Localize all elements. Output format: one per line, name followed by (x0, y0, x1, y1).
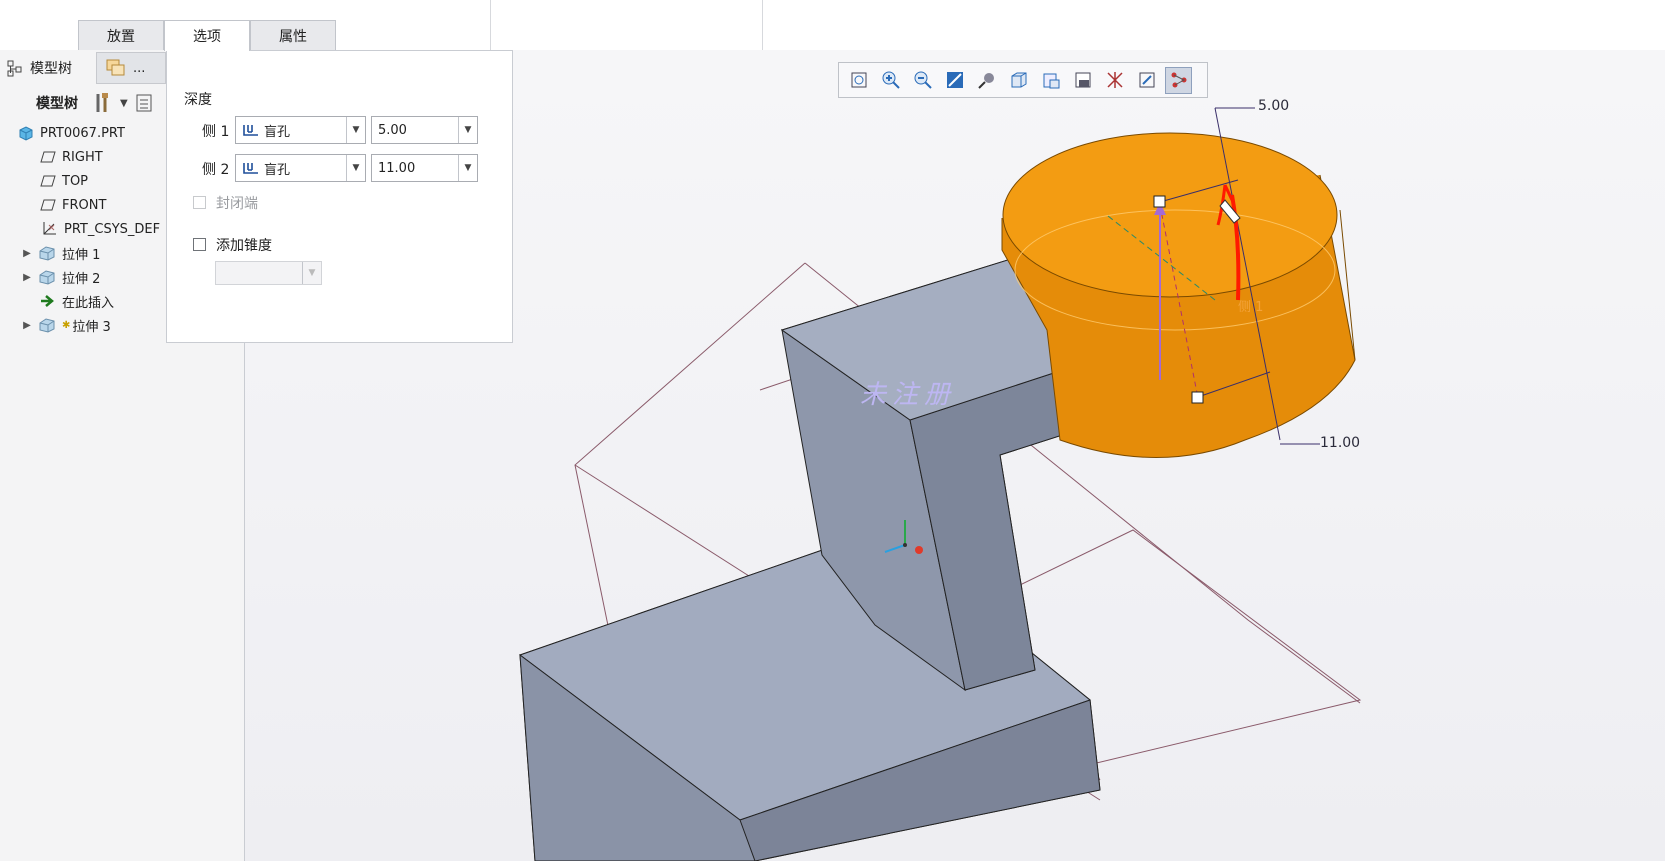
taper-value-select[interactable]: ▼ (215, 261, 322, 285)
chevron-down-icon[interactable]: ▼ (346, 117, 365, 143)
side2-depth-type-select[interactable]: 盲孔 ▼ (235, 154, 366, 182)
add-taper-checkbox[interactable] (193, 238, 206, 251)
side1-depth-value-input[interactable]: 5.00 ▼ (371, 116, 478, 144)
saved-views-icon[interactable] (1005, 67, 1032, 94)
watermark: 未注册 (860, 380, 957, 410)
options-panel: 深度 侧 1 盲孔 ▼ 5.00 ▼ 侧 2 盲孔 ▼ 11.00 ▼ 封闭端 … (166, 50, 513, 343)
capped-ends-label: 封闭端 (216, 196, 258, 212)
blind-depth-icon (243, 163, 258, 174)
depth-label: 深度 (184, 92, 212, 108)
capped-ends-checkbox[interactable] (193, 196, 206, 209)
refit-icon[interactable] (845, 67, 872, 94)
perspective-icon[interactable] (1069, 67, 1096, 94)
chevron-down-icon[interactable]: ▼ (458, 155, 477, 181)
spin-center-icon[interactable] (1133, 67, 1160, 94)
tab-options[interactable]: 选项 (164, 20, 250, 51)
dimension-side2[interactable]: 11.00 (1320, 435, 1360, 451)
view-manager-icon[interactable] (1037, 67, 1064, 94)
zoom-in-icon[interactable] (877, 67, 904, 94)
side1-depth-type-select[interactable]: 盲孔 ▼ (235, 116, 366, 144)
side2-value[interactable]: 11.00 (372, 161, 458, 176)
chevron-down-icon[interactable]: ▼ (458, 117, 477, 143)
repaint-icon[interactable] (941, 67, 968, 94)
annotation-display-icon[interactable] (1165, 66, 1192, 94)
side2-type-value: 盲孔 (264, 162, 291, 178)
chevron-down-icon[interactable]: ▼ (346, 155, 365, 181)
zoom-out-icon[interactable] (909, 67, 936, 94)
side1-type-value: 盲孔 (264, 124, 291, 140)
side2-depth-value-input[interactable]: 11.00 ▼ (371, 154, 478, 182)
graphics-toolbar (838, 62, 1208, 98)
side1-value[interactable]: 5.00 (372, 123, 458, 138)
dimension-side1[interactable]: 5.00 (1258, 98, 1289, 114)
side1-label: 侧 1 (202, 124, 230, 140)
datum-display-icon[interactable] (1101, 67, 1128, 94)
blind-depth-icon (243, 125, 258, 136)
add-taper-label: 添加锥度 (216, 238, 272, 254)
display-style-icon[interactable] (973, 67, 1000, 94)
side-label: 侧 1 (1238, 300, 1264, 315)
chevron-down-icon[interactable]: ▼ (302, 262, 321, 284)
side2-label: 侧 2 (202, 162, 230, 178)
